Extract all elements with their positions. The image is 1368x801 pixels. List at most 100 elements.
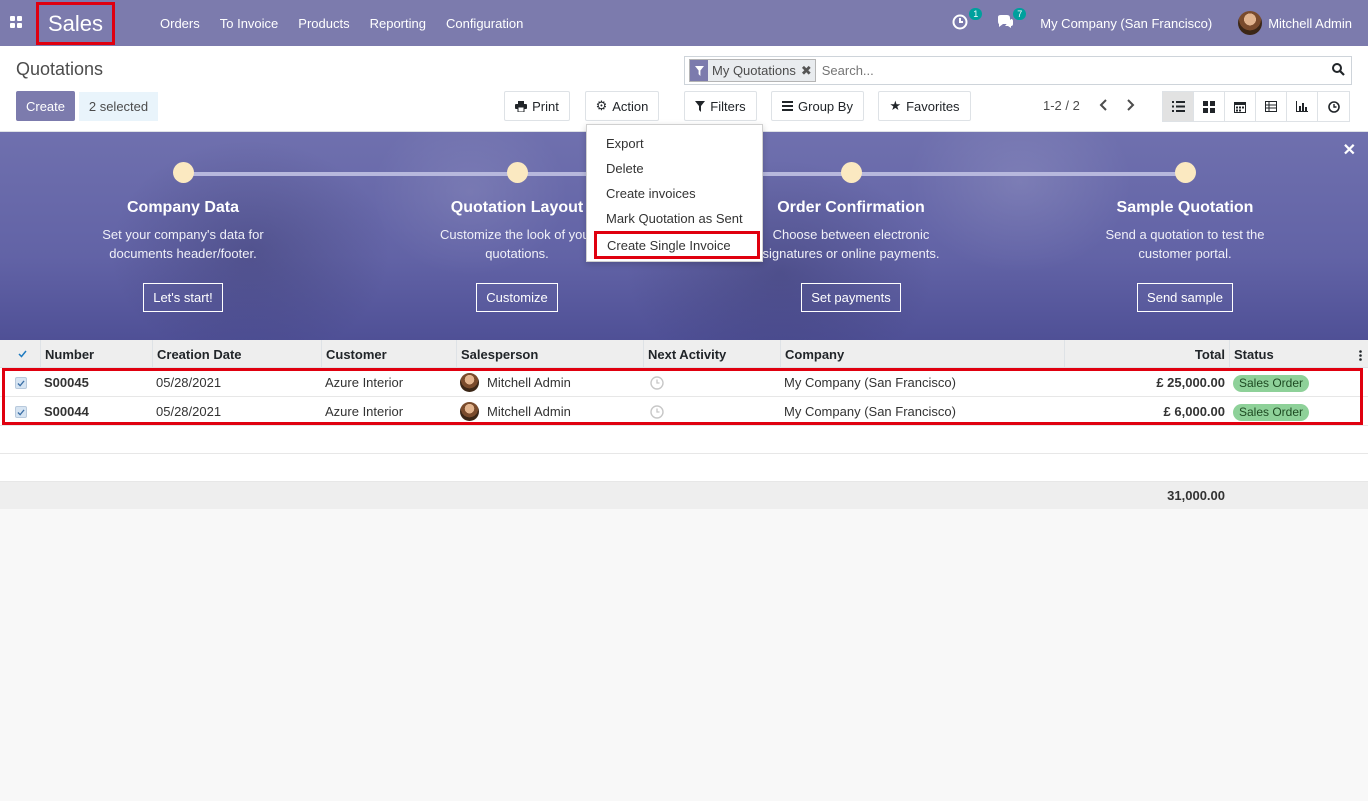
step-title: Company Data (126, 199, 240, 216)
facet-remove-icon[interactable]: ✖ (801, 63, 812, 79)
filters-label: Filters (710, 98, 746, 114)
salesperson-name: Mitchell Admin (487, 404, 571, 419)
main-menu: Orders To Invoice Products Reporting Con… (150, 0, 533, 46)
menu-to-invoice[interactable]: To Invoice (210, 16, 289, 31)
step-dot (172, 162, 194, 183)
user-menu[interactable]: Mitchell Admin (1238, 11, 1352, 35)
action-create-single-invoice[interactable]: Create Single Invoice (594, 231, 760, 259)
action-export[interactable]: Export (587, 131, 762, 156)
filters-button[interactable]: Filters (684, 91, 757, 121)
cell-salesperson: Mitchell Admin (460, 397, 571, 426)
pager-next-icon[interactable] (1126, 98, 1136, 115)
user-name: Mitchell Admin (1268, 15, 1352, 31)
pager-value[interactable]: 1-2 / 2 (1043, 98, 1080, 113)
print-button[interactable]: Print (504, 91, 570, 121)
column-creation-date[interactable]: Creation Date (152, 340, 321, 368)
step-description: Choose between electronic signatures or … (762, 227, 940, 261)
favorites-button[interactable]: ★ Favorites (878, 91, 971, 121)
cell-customer: Azure Interior (325, 404, 404, 419)
menu-reporting[interactable]: Reporting (360, 16, 436, 31)
close-icon[interactable]: ✕ (1343, 140, 1356, 160)
pager-previous-icon[interactable] (1098, 98, 1108, 115)
messages-badge: 7 (1013, 8, 1027, 20)
cell-total: £ 6,000.00 (1163, 404, 1225, 419)
cell-number: S00045 (44, 375, 89, 390)
table-row[interactable]: S00045 05/28/2021 Azure Interior Mitchel… (0, 368, 1368, 397)
column-salesperson[interactable]: Salesperson (456, 340, 643, 368)
star-icon: ★ (889, 98, 902, 113)
onboarding-step-sample-quotation: Sample Quotation Send a quotation to tes… (1035, 162, 1335, 312)
calendar-view-icon[interactable] (1225, 92, 1256, 121)
row-checkbox[interactable] (15, 406, 27, 418)
column-total[interactable]: Total (1064, 340, 1229, 368)
search-icon[interactable] (1332, 63, 1345, 79)
empty-row (0, 454, 1368, 482)
cell-status: Sales Order (1233, 368, 1310, 397)
apps-menu-icon[interactable] (10, 16, 22, 28)
favorites-label: Favorites (906, 98, 960, 114)
facet-label: My Quotations (712, 63, 796, 78)
select-all-checkbox[interactable] (16, 348, 28, 360)
salesperson-name: Mitchell Admin (487, 375, 571, 390)
group-by-button[interactable]: Group By (771, 91, 864, 121)
quotations-table: Number Creation Date Customer Salesperso… (0, 340, 1368, 509)
step-description: Customize the look of your quotations. (440, 227, 594, 261)
view-switcher (1162, 91, 1350, 122)
print-icon (515, 100, 528, 112)
gear-icon: ⚙ (595, 98, 608, 113)
activity-clock-icon[interactable] (650, 405, 664, 419)
step-description: Send a quotation to test the customer po… (1105, 227, 1265, 261)
search-input[interactable] (819, 58, 1351, 83)
activity-view-icon[interactable] (1318, 92, 1349, 121)
cell-creation-date: 05/28/2021 (156, 375, 222, 390)
customize-button[interactable]: Customize (476, 283, 558, 312)
column-next-activity[interactable]: Next Activity (643, 340, 780, 368)
app-brand[interactable]: Sales (36, 2, 115, 45)
cell-total: £ 25,000.00 (1156, 375, 1225, 390)
activity-clock-icon[interactable]: 1 (952, 8, 983, 32)
facet-filter-icon (690, 60, 708, 81)
empty-row (0, 426, 1368, 454)
column-status[interactable]: Status (1229, 340, 1349, 368)
cell-status: Sales Order (1233, 397, 1310, 426)
group-by-label: Group By (798, 98, 853, 114)
action-mark-quotation-sent[interactable]: Mark Quotation as Sent (587, 206, 762, 231)
graph-view-icon[interactable] (1287, 92, 1318, 121)
salesperson-avatar (460, 402, 479, 421)
lets-start-button[interactable]: Let's start! (143, 283, 223, 312)
cell-company: My Company (San Francisco) (784, 375, 956, 390)
optional-columns-icon[interactable] (1359, 349, 1362, 364)
step-dot (840, 162, 862, 183)
table-header: Number Creation Date Customer Salesperso… (0, 340, 1368, 368)
column-customer[interactable]: Customer (321, 340, 456, 368)
salesperson-avatar (460, 373, 479, 392)
list-view-icon[interactable] (1163, 92, 1194, 121)
footer-total: 31,000.00 (1167, 488, 1225, 503)
cell-number: S00044 (44, 404, 89, 419)
pivot-view-icon[interactable] (1256, 92, 1287, 121)
row-checkbox[interactable] (15, 377, 27, 389)
top-navbar: Sales Orders To Invoice Products Reporti… (0, 0, 1368, 46)
column-company[interactable]: Company (780, 340, 1064, 368)
systray: 1 7 My Company (San Francisco) Mitchell … (952, 0, 1352, 46)
set-payments-button[interactable]: Set payments (801, 283, 901, 312)
send-sample-button[interactable]: Send sample (1137, 283, 1233, 312)
create-button[interactable]: Create (16, 91, 75, 121)
action-delete[interactable]: Delete (587, 156, 762, 181)
list-bars-icon (782, 101, 794, 111)
status-badge: Sales Order (1233, 375, 1310, 392)
company-switcher[interactable]: My Company (San Francisco) (1040, 16, 1212, 31)
column-number[interactable]: Number (40, 340, 153, 368)
messages-chat-icon[interactable]: 7 (996, 8, 1027, 32)
table-row[interactable]: S00044 05/28/2021 Azure Interior Mitchel… (0, 397, 1368, 426)
action-dropdown-menu: Export Delete Create invoices Mark Quota… (586, 124, 763, 262)
action-create-invoices[interactable]: Create invoices (587, 181, 762, 206)
menu-configuration[interactable]: Configuration (436, 16, 533, 31)
status-badge: Sales Order (1233, 404, 1310, 421)
user-avatar (1238, 11, 1263, 35)
menu-products[interactable]: Products (288, 16, 359, 31)
activity-clock-icon[interactable] (650, 376, 664, 390)
action-button[interactable]: ⚙ Action (585, 91, 659, 121)
menu-orders[interactable]: Orders (150, 16, 210, 31)
kanban-view-icon[interactable] (1194, 92, 1225, 121)
